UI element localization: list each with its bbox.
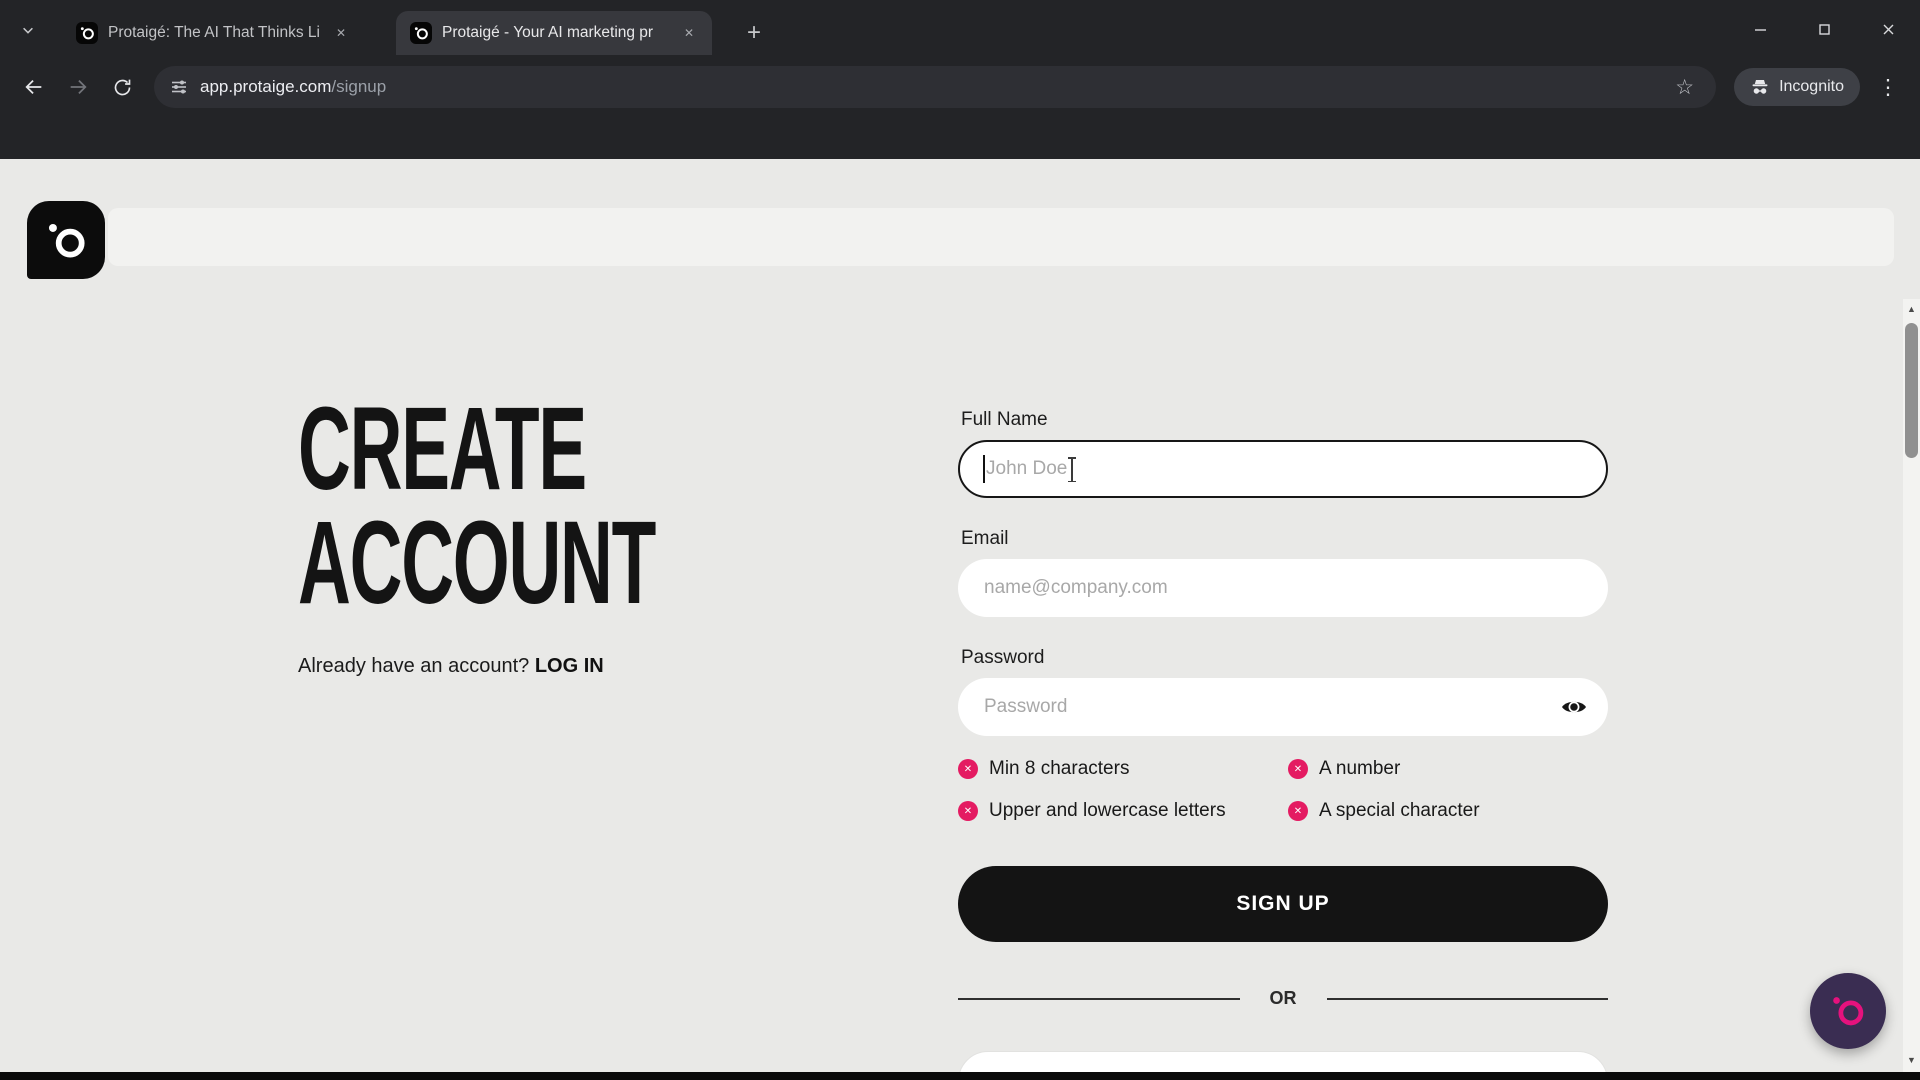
browser-tab-1[interactable]: Protaigé: The AI That Thinks Lik ✕ [62,11,364,55]
tab-search-button[interactable] [12,16,44,44]
requirement-label: Min 8 characters [989,758,1129,780]
social-signup-button[interactable] [958,1051,1608,1072]
url-text[interactable]: app.protaige.com/signup [200,77,386,97]
bookmark-star-icon[interactable]: ☆ [1669,74,1700,101]
eye-icon [1560,695,1588,719]
signup-page: CREATEACCOUNT Already have an account? L… [0,159,1920,1072]
close-icon [1882,23,1895,36]
requirement-fail-icon: ✕ [958,801,978,821]
new-tab-button[interactable]: + [738,17,770,49]
tab-close-icon[interactable]: ✕ [678,22,700,44]
requirement-item: ✕ Min 8 characters [958,748,1288,790]
protaige-logo-icon [43,217,89,263]
browser-tab-2-active[interactable]: Protaigé - Your AI marketing pr ✕ [396,11,712,55]
incognito-badge: Incognito [1734,68,1860,106]
page-title: CREATEACCOUNT [298,392,655,620]
browser-toolbar: app.protaige.com/signup ☆ Incognito ⋮ [0,58,1920,116]
chevron-down-icon [21,23,35,37]
login-link[interactable]: LOG IN [535,655,604,677]
text-caret [983,455,985,483]
window-minimize-button[interactable] [1728,0,1792,58]
mouse-text-cursor [1071,457,1073,482]
top-nav-bar [108,208,1894,266]
window-maximize-button[interactable] [1792,0,1856,58]
heading-line1: CREATE [298,383,586,515]
window-controls [1728,0,1920,58]
chat-widget-logo-icon [1827,990,1869,1032]
or-divider: OR [958,988,1608,1009]
minimize-icon [1754,23,1767,36]
requirement-label: A number [1319,758,1400,780]
tab-title: Protaigé - Your AI marketing pr [442,24,668,42]
sign-up-button[interactable]: SIGN UP [958,866,1608,942]
email-label: Email [961,528,1608,550]
full-name-label: Full Name [961,409,1608,431]
bottom-black-strip [0,1072,1920,1080]
email-input[interactable] [958,559,1608,617]
show-password-button[interactable] [1560,695,1588,722]
requirement-fail-icon: ✕ [1288,759,1308,779]
login-prompt-text: Already have an account? [298,655,529,677]
address-bar[interactable]: app.protaige.com/signup ☆ [154,66,1716,108]
full-name-input[interactable] [958,440,1608,498]
back-button[interactable] [12,65,56,109]
tab-title: Protaigé: The AI That Thinks Lik [108,24,320,42]
scroll-down-icon[interactable]: ▼ [1903,1052,1920,1068]
reload-icon [112,77,133,98]
requirement-item: ✕ A number [1288,748,1608,790]
requirement-fail-icon: ✕ [1288,801,1308,821]
site-favicon-icon [76,22,98,44]
reload-button[interactable] [100,65,144,109]
url-path: /signup [331,77,386,96]
tab-strip: Protaigé: The AI That Thinks Lik ✕ Prota… [0,0,1920,58]
incognito-icon [1750,77,1770,97]
requirement-label: Upper and lowercase letters [989,800,1226,822]
login-prompt: Already have an account? LOG IN [298,655,604,678]
incognito-label: Incognito [1779,78,1844,96]
page-scrollbar[interactable]: ▲ ▼ [1903,299,1920,1072]
tab-close-icon[interactable]: ✕ [330,22,352,44]
password-requirements: ✕ Min 8 characters ✕ Upper and lowercase… [958,748,1608,832]
protaige-logo[interactable] [27,201,105,279]
site-settings-icon [170,78,188,96]
password-input[interactable] [958,678,1608,736]
maximize-icon [1818,23,1831,36]
url-host: app.protaige.com [200,77,331,96]
requirement-fail-icon: ✕ [958,759,978,779]
scroll-up-icon[interactable]: ▲ [1903,301,1920,317]
signup-form: Full Name Email Password ✕ Min 8 charact… [958,409,1608,1072]
browser-chrome: Protaigé: The AI That Thinks Lik ✕ Prota… [0,0,1920,159]
scrollbar-thumb[interactable] [1905,323,1918,458]
heading-line2: ACCOUNT [298,497,655,629]
password-label: Password [961,647,1608,669]
divider-label: OR [1270,988,1297,1009]
window-close-button[interactable] [1856,0,1920,58]
requirement-item: ✕ Upper and lowercase letters [958,790,1288,832]
requirement-label: A special character [1319,800,1480,822]
divider-line [1327,998,1609,1000]
back-arrow-icon [23,76,45,98]
forward-button[interactable] [56,65,100,109]
browser-menu-icon[interactable]: ⋮ [1868,74,1908,101]
requirement-item: ✕ A special character [1288,790,1608,832]
site-favicon-icon [410,22,432,44]
forward-arrow-icon [67,76,89,98]
chat-widget-button[interactable] [1810,973,1886,1049]
divider-line [958,998,1240,1000]
